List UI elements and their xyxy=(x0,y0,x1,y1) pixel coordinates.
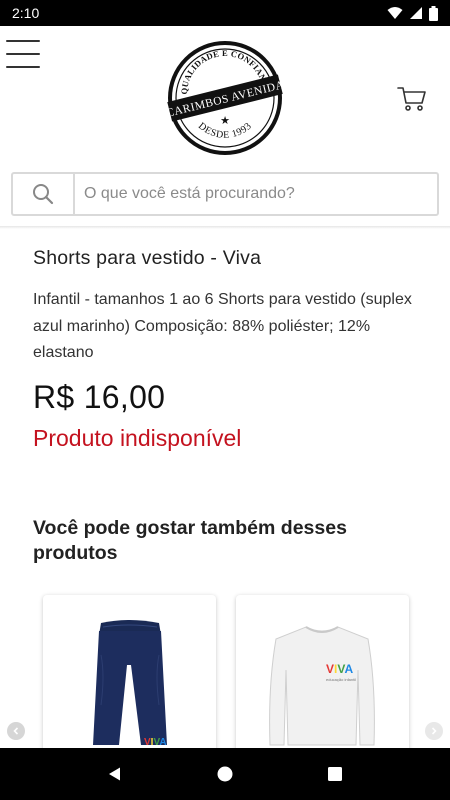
suggestions-title: Você pode gostar também desses produtos xyxy=(33,517,347,564)
svg-text:VIVA: VIVA xyxy=(144,737,167,748)
header-divider xyxy=(0,226,450,229)
product-carousel: VIVA VIVA educação infantil xyxy=(0,595,450,765)
chevron-right-icon xyxy=(431,727,437,735)
app-header: QUALIDADE E CONFIANÇA CARIMBOS AVENIDA ★… xyxy=(0,26,450,162)
product-title: Shorts para vestido - Viva xyxy=(33,247,262,269)
product-price: R$ 16,00 xyxy=(33,378,166,415)
home-circle-icon xyxy=(217,766,233,782)
back-button[interactable] xyxy=(100,759,130,789)
status-time: 2:10 xyxy=(12,5,40,21)
hamburger-icon-line xyxy=(6,40,40,42)
availability-status: Produto indisponível xyxy=(33,424,242,451)
status-icons xyxy=(387,5,438,21)
svg-text:VIVA: VIVA xyxy=(326,662,353,676)
search-input[interactable] xyxy=(75,174,437,214)
back-triangle-icon xyxy=(109,767,120,781)
navy-pants-image: VIVA xyxy=(93,620,167,748)
home-button[interactable] xyxy=(210,759,240,789)
recents-square-icon xyxy=(328,767,342,781)
shirt-brand-subtitle: educação infantil xyxy=(326,677,356,682)
svg-text:★: ★ xyxy=(220,115,230,127)
product-card[interactable]: VIVA xyxy=(43,595,216,765)
carimbos-avenida-logo[interactable]: QUALIDADE E CONFIANÇA CARIMBOS AVENIDA ★… xyxy=(165,36,285,156)
recents-button[interactable] xyxy=(320,759,350,789)
carousel-next-button[interactable] xyxy=(425,722,443,740)
wifi-icon xyxy=(387,7,403,19)
chevron-left-icon xyxy=(13,727,19,735)
carousel-prev-button[interactable] xyxy=(7,722,25,740)
menu-button[interactable] xyxy=(6,40,40,68)
battery-icon xyxy=(429,5,438,21)
hamburger-icon-line xyxy=(6,66,40,68)
search-bar xyxy=(11,172,439,216)
product-description: Infantil - tamanhos 1 ao 6 Shorts para v… xyxy=(33,291,412,361)
status-bar: 2:10 xyxy=(0,0,450,26)
cart-icon[interactable] xyxy=(396,82,428,114)
product-details: Shorts para vestido - Viva Infantil - ta… xyxy=(33,230,423,452)
system-nav-bar xyxy=(0,748,450,800)
white-long-sleeve-shirt-image: VIVA educação infantil xyxy=(269,626,375,746)
search-button[interactable] xyxy=(13,174,75,214)
search-icon xyxy=(33,184,54,205)
signal-icon xyxy=(410,7,422,19)
product-card[interactable]: VIVA educação infantil xyxy=(236,595,409,765)
hamburger-icon-line xyxy=(6,53,40,55)
